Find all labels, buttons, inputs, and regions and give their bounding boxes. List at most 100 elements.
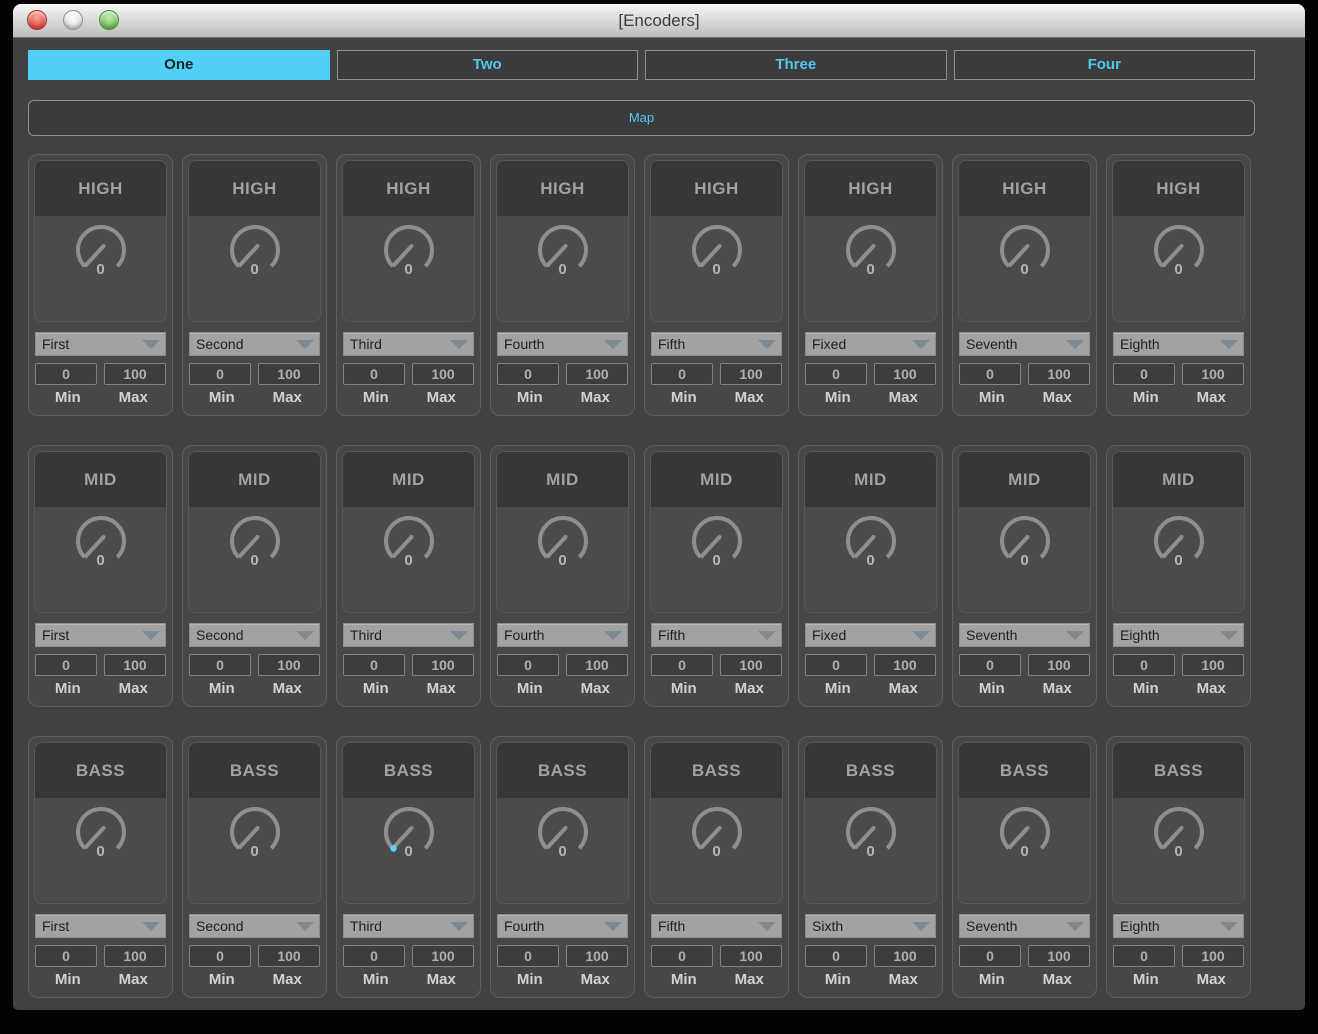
parameter-dropdown[interactable]: Third [343,914,474,938]
parameter-dropdown[interactable]: Fourth [497,623,628,647]
min-value-field[interactable]: 0 [189,945,251,967]
min-value-field[interactable]: 0 [1113,654,1175,676]
max-value-field[interactable]: 100 [412,945,474,967]
min-value-field[interactable]: 0 [343,945,405,967]
parameter-dropdown[interactable]: Fixed [805,332,936,356]
parameter-dropdown[interactable]: First [35,332,166,356]
parameter-dropdown[interactable]: Third [343,623,474,647]
min-value-field[interactable]: 0 [805,363,867,385]
max-value-field[interactable]: 100 [1182,945,1244,967]
max-value-field[interactable]: 100 [104,363,166,385]
max-value-field[interactable]: 100 [874,945,936,967]
max-value-field[interactable]: 100 [258,654,320,676]
max-value-field[interactable]: 100 [720,363,782,385]
min-value-field[interactable]: 0 [189,363,251,385]
min-value-field[interactable]: 0 [651,363,713,385]
min-value-field[interactable]: 0 [805,654,867,676]
min-value-field[interactable]: 0 [1113,363,1175,385]
parameter-dropdown[interactable]: Sixth [805,914,936,938]
max-value-field[interactable]: 100 [1028,363,1090,385]
encoder-title: BASS [805,743,936,798]
min-value-field[interactable]: 0 [35,945,97,967]
encoder-title: MID [805,452,936,507]
map-button[interactable]: Map [28,100,1255,136]
chevron-down-icon [1066,340,1084,349]
chevron-down-icon [604,631,622,640]
min-value-field[interactable]: 0 [35,363,97,385]
encoder-panel-mid-1: MID 0 First 0 100 Min Max [28,445,173,707]
tab-four[interactable]: Four [954,50,1256,80]
max-value-field[interactable]: 100 [412,363,474,385]
parameter-dropdown[interactable]: Seventh [959,623,1090,647]
parameter-dropdown[interactable]: Seventh [959,914,1090,938]
max-value-field[interactable]: 100 [874,363,936,385]
max-value-field[interactable]: 100 [720,945,782,967]
max-label: Max [1179,680,1245,697]
min-value-field[interactable]: 0 [959,945,1021,967]
max-value-field[interactable]: 100 [1028,654,1090,676]
chevron-down-icon [1066,922,1084,931]
parameter-dropdown[interactable]: Fifth [651,623,782,647]
min-value-field[interactable]: 0 [651,945,713,967]
encoder-panel-high-3: HIGH 0 Third 0 100 Min Max [336,154,481,416]
knob-value: 0 [96,261,104,278]
parameter-dropdown[interactable]: Eighth [1113,623,1244,647]
parameter-dropdown[interactable]: Fifth [651,914,782,938]
min-value-field[interactable]: 0 [343,363,405,385]
tab-one[interactable]: One [28,50,330,80]
min-value-field[interactable]: 0 [805,945,867,967]
max-value-field[interactable]: 100 [1182,363,1244,385]
min-value-field[interactable]: 0 [497,363,559,385]
min-value-field[interactable]: 0 [651,654,713,676]
parameter-dropdown[interactable]: Fourth [497,914,628,938]
max-value-field[interactable]: 100 [720,654,782,676]
tab-two[interactable]: Two [337,50,639,80]
max-value-field[interactable]: 100 [104,945,166,967]
parameter-dropdown[interactable]: Second [189,623,320,647]
max-value-field[interactable]: 100 [1028,945,1090,967]
min-value-field[interactable]: 0 [35,654,97,676]
chevron-down-icon [142,922,160,931]
parameter-dropdown[interactable]: First [35,914,166,938]
max-label: Max [871,971,937,988]
min-label: Min [35,680,101,697]
max-label: Max [255,680,321,697]
max-value-field[interactable]: 100 [258,363,320,385]
max-value-field[interactable]: 100 [566,363,628,385]
parameter-dropdown[interactable]: Seventh [959,332,1090,356]
parameter-dropdown[interactable]: Fourth [497,332,628,356]
min-value-field[interactable]: 0 [1113,945,1175,967]
min-label: Min [1113,971,1179,988]
parameter-dropdown[interactable]: Eighth [1113,332,1244,356]
parameter-dropdown[interactable]: Second [189,332,320,356]
max-value-field[interactable]: 100 [104,654,166,676]
min-value-field[interactable]: 0 [497,945,559,967]
tab-three[interactable]: Three [645,50,947,80]
max-value-field[interactable]: 100 [874,654,936,676]
encoder-title: BASS [343,743,474,798]
max-value-field[interactable]: 100 [258,945,320,967]
chevron-down-icon [1220,340,1238,349]
max-value-field[interactable]: 100 [412,654,474,676]
max-value-field[interactable]: 100 [566,945,628,967]
max-label: Max [563,389,629,406]
max-value-field[interactable]: 100 [566,654,628,676]
parameter-dropdown[interactable]: Second [189,914,320,938]
parameter-dropdown[interactable]: Fifth [651,332,782,356]
parameter-dropdown[interactable]: Third [343,332,474,356]
encoder-title: BASS [651,743,782,798]
min-value-field[interactable]: 0 [497,654,559,676]
knob-value: 0 [558,552,566,569]
parameter-dropdown[interactable]: First [35,623,166,647]
knob-value: 0 [712,261,720,278]
max-value-field[interactable]: 100 [1182,654,1244,676]
encoder-title: HIGH [651,161,782,216]
min-value-field[interactable]: 0 [343,654,405,676]
parameter-dropdown[interactable]: Eighth [1113,914,1244,938]
min-value-field[interactable]: 0 [959,654,1021,676]
chevron-down-icon [912,922,930,931]
min-value-field[interactable]: 0 [189,654,251,676]
parameter-dropdown[interactable]: Fixed [805,623,936,647]
title-bar[interactable]: [Encoders] [13,4,1305,38]
min-value-field[interactable]: 0 [959,363,1021,385]
